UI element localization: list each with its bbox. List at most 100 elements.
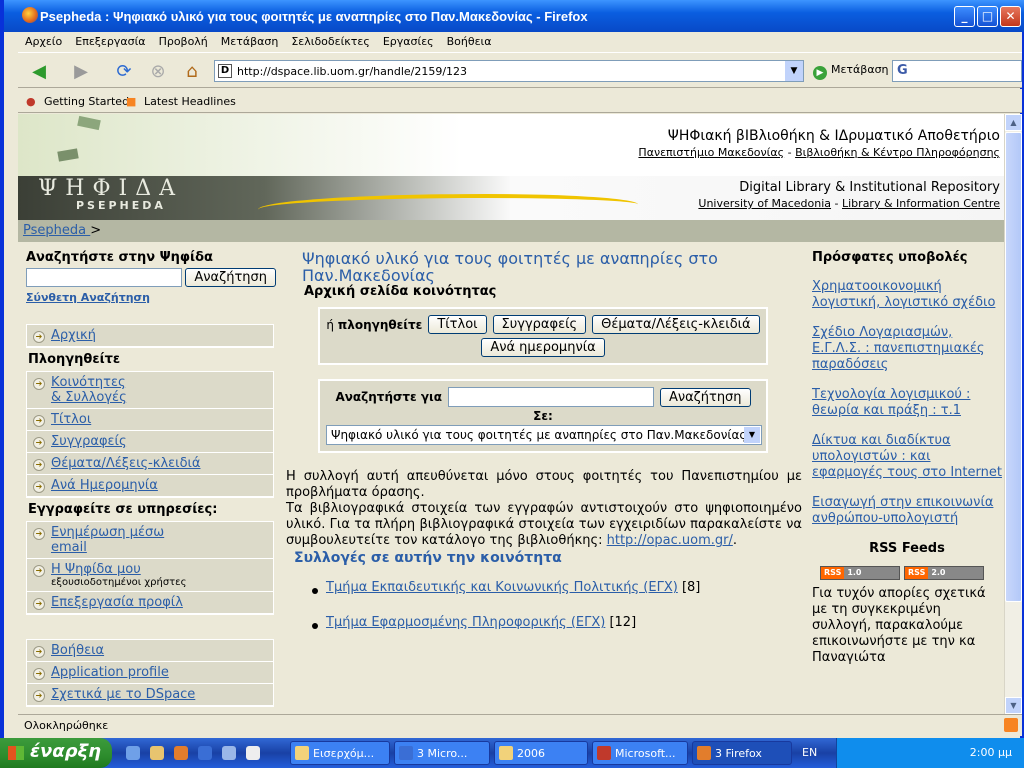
task-label: Εισερχόμ... (313, 747, 375, 760)
maximize-button[interactable]: □ (977, 6, 998, 27)
recent-item-link[interactable]: Εισαγωγή στην επικοινωνία ανθρώπου-υπολο… (812, 495, 993, 526)
collection-link[interactable]: Τμήμα Εκπαιδευτικής και Κοινωνικής Πολιτ… (326, 580, 678, 595)
community-search-button[interactable]: Αναζήτηση (659, 387, 751, 407)
back-arrow-icon[interactable]: ◀ (22, 58, 56, 84)
edit-profile-link[interactable]: Επεξεργασία προφίλ (51, 595, 183, 610)
search-engine-icon: G (897, 63, 908, 78)
forward-arrow-icon[interactable]: ▶ (64, 58, 98, 84)
media-icon[interactable] (246, 746, 260, 760)
close-button[interactable]: ✕ (1000, 6, 1021, 27)
browse-dates-button[interactable]: Ανά ημερομηνία (481, 338, 605, 357)
my-psepheda-link[interactable]: Η Ψηφίδα μου (51, 562, 141, 577)
bookmarks-toolbar: ● Getting Started ■ Latest Headlines (18, 89, 1022, 113)
header-greek-title: ΨΗΦιακή βΙΒλιοθήκη & ΙΔρυματικό Αποθετήρ… (667, 128, 1000, 144)
menu-file[interactable]: Αρχείο (18, 32, 68, 48)
task-microsoft[interactable]: Microsoft... (592, 741, 688, 765)
collection-link[interactable]: Τμήμα Εφαρμοσμένης Πληροφορικής (ΕΓΧ) (326, 615, 605, 630)
list-item: Τμήμα Εκπαιδευτικής και Κοινωνικής Πολιτ… (286, 580, 802, 595)
recent-item-link[interactable]: Χρηματοοικονομική λογιστική, λογιστικό σ… (812, 279, 995, 310)
recent-item-link[interactable]: Σχέδιο Λογαριασμών, Ε.Γ.Λ.Σ. : πανεπιστη… (812, 325, 985, 372)
sidebar-item-titles: ➔ Τίτλοι (27, 409, 273, 431)
url-input[interactable]: D http://dspace.lib.uom.gr/handle/2159/1… (214, 60, 804, 82)
breadcrumb-sep: > (90, 223, 102, 238)
rss-2-0-badge[interactable]: RSS 2.0 (904, 566, 984, 580)
subjects-link[interactable]: Θέματα/Λέξεις-κλειδιά (51, 456, 201, 471)
stop-icon[interactable]: ⊗ (144, 58, 172, 84)
home-link[interactable]: Αρχική (51, 328, 96, 343)
scroll-thumb[interactable] (1005, 132, 1022, 602)
opac-link[interactable]: http://opac.uom.gr/ (607, 533, 733, 548)
link-university-gr[interactable]: Πανεπιστήμιο Μακεδονίας (638, 146, 784, 159)
start-button[interactable]: έναρξη (0, 738, 112, 768)
task-folder[interactable]: 2006 (494, 741, 588, 765)
clock[interactable]: 2:00 μμ (970, 746, 1012, 759)
breadcrumb-home[interactable]: Psepheda (23, 223, 90, 238)
menu-view[interactable]: Προβολή (152, 32, 214, 48)
language-indicator[interactable]: EN (802, 746, 817, 759)
explorer-icon[interactable] (150, 746, 164, 760)
task-inbox[interactable]: Εισερχόμ... (290, 741, 390, 765)
description-paragraph-1: Η συλλογή αυτή απευθύνεται μόνο στους φο… (286, 469, 802, 500)
show-desktop-icon[interactable] (126, 746, 140, 760)
go-button[interactable]: ▶ Μετάβαση (813, 63, 889, 80)
email-alerts-link-2[interactable]: email (51, 540, 87, 555)
communities-link[interactable]: Κοινότητες (51, 375, 126, 390)
sidebar-item-authors: ➔ Συγγραφείς (27, 431, 273, 453)
application-profile-link[interactable]: Application profile (51, 665, 169, 680)
menu-bookmarks[interactable]: Σελιδοδείκτες (284, 32, 376, 48)
browse-subjects-button[interactable]: Θέματα/Λέξεις-κλειδιά (592, 315, 760, 334)
rss-1-0-badge[interactable]: RSS 1.0 (820, 566, 900, 580)
menu-go[interactable]: Μετάβαση (214, 32, 285, 48)
titles-link[interactable]: Τίτλοι (51, 412, 91, 427)
web-search-input[interactable]: G (892, 60, 1022, 82)
link-university-en[interactable]: University of Macedonia (698, 197, 831, 210)
description-end: . (732, 533, 738, 548)
scope-select[interactable]: Ψηφιακό υλικό για τους φοιτητές με αναπη… (326, 425, 762, 445)
bookmark-latest-headlines[interactable]: Latest Headlines (144, 95, 236, 108)
app-icon[interactable] (222, 746, 236, 760)
community-search-input[interactable] (447, 387, 654, 407)
scroll-down-icon[interactable]: ▼ (1005, 697, 1022, 714)
browse-authors-button[interactable]: Συγγραφείς (492, 315, 587, 334)
about-dspace-link[interactable]: Σχετικά με το DSpace (51, 687, 195, 702)
recent-item-link[interactable]: Δίκτυα και διαδίκτυα υπολογιστών : και ε… (812, 433, 1002, 480)
sidebar-item-app-profile: ➔ Application profile (27, 662, 273, 684)
browse-titles-button[interactable]: Τίτλοι (428, 315, 487, 334)
windows-logo-icon (8, 746, 24, 760)
collections-link[interactable]: & Συλλογές (51, 390, 127, 405)
advanced-search-link[interactable]: Σύνθετη Αναζήτηση (26, 291, 150, 304)
word-icon[interactable] (198, 746, 212, 760)
menu-help[interactable]: Βοήθεια (440, 32, 498, 48)
rss-feed-icon[interactable] (1004, 718, 1018, 732)
title-bar[interactable]: Psepheda : Ψηφιακό υλικό για τους φοιτητ… (4, 0, 1024, 32)
bookmark-getting-started[interactable]: Getting Started (44, 95, 129, 108)
header-english-title: Digital Library & Institutional Reposito… (739, 180, 1000, 195)
url-dropdown-icon[interactable]: ▼ (785, 61, 803, 81)
email-alerts-link[interactable]: Ενημέρωση μέσω (51, 525, 164, 540)
vertical-scrollbar[interactable]: ▲ ▼ (1004, 114, 1022, 714)
recent-item-link[interactable]: Τεχνολογία λογισμικού : θεωρία και πράξη… (812, 387, 970, 418)
task-firefox[interactable]: 3 Firefox (692, 741, 792, 765)
minimize-button[interactable]: _ (954, 6, 975, 27)
rss-badge-version: 2.0 (928, 567, 983, 579)
authors-link[interactable]: Συγγραφείς (51, 434, 127, 449)
sidebar-search-input[interactable] (26, 268, 183, 287)
firefox-quicklaunch-icon[interactable] (174, 746, 188, 760)
arrow-bullet-icon: ➔ (33, 528, 45, 540)
browse-heading: Πλοηγηθείτε (28, 352, 121, 367)
menu-tools[interactable]: Εργασίες (376, 32, 440, 48)
dates-link[interactable]: Ανά Ημερομηνία (51, 478, 158, 493)
menu-edit[interactable]: Επεξεργασία (68, 32, 151, 48)
arrow-bullet-icon: ➔ (33, 378, 45, 390)
rss-badge-label: RSS (905, 567, 929, 579)
help-link[interactable]: Βοήθεια (51, 643, 104, 658)
scroll-up-icon[interactable]: ▲ (1005, 114, 1022, 131)
help-nav-box: ➔ Βοήθεια ➔ Application profile ➔ Σχετικά μ… (26, 639, 274, 707)
sidebar-search-button[interactable]: Αναζήτηση (185, 268, 276, 287)
reload-icon[interactable]: ⟳ (110, 58, 138, 84)
task-word[interactable]: 3 Micro... (394, 741, 490, 765)
home-icon[interactable]: ⌂ (178, 58, 206, 84)
collections-list: Τμήμα Εκπαιδευτικής και Κοινωνικής Πολιτ… (286, 580, 802, 630)
link-library-en[interactable]: Library & Information Centre (842, 197, 1000, 210)
link-library-gr[interactable]: Βιβλιοθήκη & Κέντρο Πληροφόρησης (795, 146, 1000, 159)
